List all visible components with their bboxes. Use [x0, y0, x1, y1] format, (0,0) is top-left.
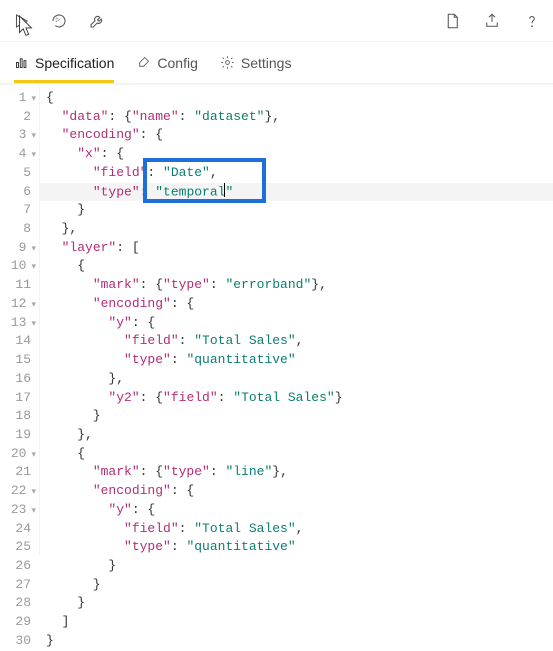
line-number: 5 [0, 164, 31, 183]
line-number: 26 [0, 557, 31, 576]
line-number: 4 [0, 145, 31, 164]
text-caret [224, 183, 225, 197]
help-button[interactable] [521, 10, 543, 32]
code-line[interactable]: }, [46, 220, 553, 239]
code-line[interactable]: "mark": {"type": "line"}, [46, 463, 553, 482]
code-line[interactable]: "y2": {"field": "Total Sales"} [46, 389, 553, 408]
line-number: 13 [0, 314, 31, 333]
code-line[interactable]: } [46, 576, 553, 595]
line-number: 8 [0, 220, 31, 239]
tab-label: Specification [35, 55, 114, 71]
line-number: 23 [0, 501, 31, 520]
code-line[interactable]: } [46, 632, 553, 651]
code-line[interactable]: { [46, 257, 553, 276]
code-line[interactable]: "encoding": { [46, 295, 553, 314]
code-line[interactable]: "data": {"name": "dataset"}, [46, 108, 553, 127]
code-line[interactable]: } [46, 557, 553, 576]
toolbar [0, 0, 553, 42]
tab-config[interactable]: Config [136, 42, 197, 83]
brush-icon [136, 55, 151, 70]
chart-icon [14, 55, 29, 70]
code-line[interactable]: "encoding": { [46, 482, 553, 501]
tab-settings[interactable]: Settings [220, 42, 292, 83]
line-number: 14 [0, 332, 31, 351]
tab-specification[interactable]: Specification [14, 42, 114, 83]
code-line[interactable]: { [46, 89, 553, 108]
line-number: 24 [0, 520, 31, 539]
line-gutter: 1234567891011121314151617181920212223242… [0, 85, 40, 555]
code-line[interactable]: "field": "Date", [46, 164, 553, 183]
code-line[interactable]: ] [46, 613, 553, 632]
line-number: 10 [0, 257, 31, 276]
code-line[interactable]: "type": "quantitative" [46, 351, 553, 370]
code-line[interactable]: "field": "Total Sales", [46, 520, 553, 539]
line-number: 11 [0, 276, 31, 295]
line-number: 18 [0, 407, 31, 426]
code-line[interactable]: } [46, 594, 553, 613]
line-number: 1 [0, 89, 31, 108]
wrench-button[interactable] [86, 10, 108, 32]
line-number: 20 [0, 445, 31, 464]
tab-bar: Specification Config Settings [0, 42, 553, 84]
code-line[interactable]: "layer": [ [46, 239, 553, 258]
code-line[interactable]: } [46, 407, 553, 426]
line-number: 19 [0, 426, 31, 445]
line-number: 6 [0, 183, 31, 202]
code-line[interactable]: "encoding": { [46, 126, 553, 145]
code-line[interactable]: }, [46, 426, 553, 445]
tab-label: Settings [241, 55, 292, 71]
line-number: 2 [0, 108, 31, 127]
line-number: 29 [0, 613, 31, 632]
line-number: 15 [0, 351, 31, 370]
code-line[interactable]: "type": "temporal" [46, 183, 553, 202]
code-line[interactable]: "mark": {"type": "errorband"}, [46, 276, 553, 295]
line-number: 28 [0, 594, 31, 613]
code-line[interactable]: }, [46, 370, 553, 389]
code-editor[interactable]: 1234567891011121314151617181920212223242… [0, 84, 553, 555]
line-number: 9 [0, 239, 31, 258]
line-number: 21 [0, 463, 31, 482]
line-number: 30 [0, 632, 31, 651]
code-area[interactable]: { "data": {"name": "dataset"}, "encoding… [40, 85, 553, 555]
code-line[interactable]: "y": { [46, 501, 553, 520]
code-line[interactable]: "x": { [46, 145, 553, 164]
code-line[interactable]: { [46, 445, 553, 464]
code-line[interactable]: "type": "quantitative" [46, 538, 553, 557]
gear-icon [220, 55, 235, 70]
code-line[interactable]: } [46, 201, 553, 220]
line-number: 16 [0, 370, 31, 389]
line-number: 7 [0, 201, 31, 220]
new-document-button[interactable] [441, 10, 463, 32]
line-number: 27 [0, 576, 31, 595]
export-button[interactable] [481, 10, 503, 32]
line-number: 22 [0, 482, 31, 501]
refresh-button[interactable] [48, 10, 70, 32]
line-number: 17 [0, 389, 31, 408]
run-button[interactable] [10, 10, 32, 32]
line-number: 25 [0, 538, 31, 557]
line-number: 3 [0, 126, 31, 145]
code-line[interactable]: "y": { [46, 314, 553, 333]
line-number: 12 [0, 295, 31, 314]
code-line[interactable]: "field": "Total Sales", [46, 332, 553, 351]
tab-label: Config [157, 55, 197, 71]
